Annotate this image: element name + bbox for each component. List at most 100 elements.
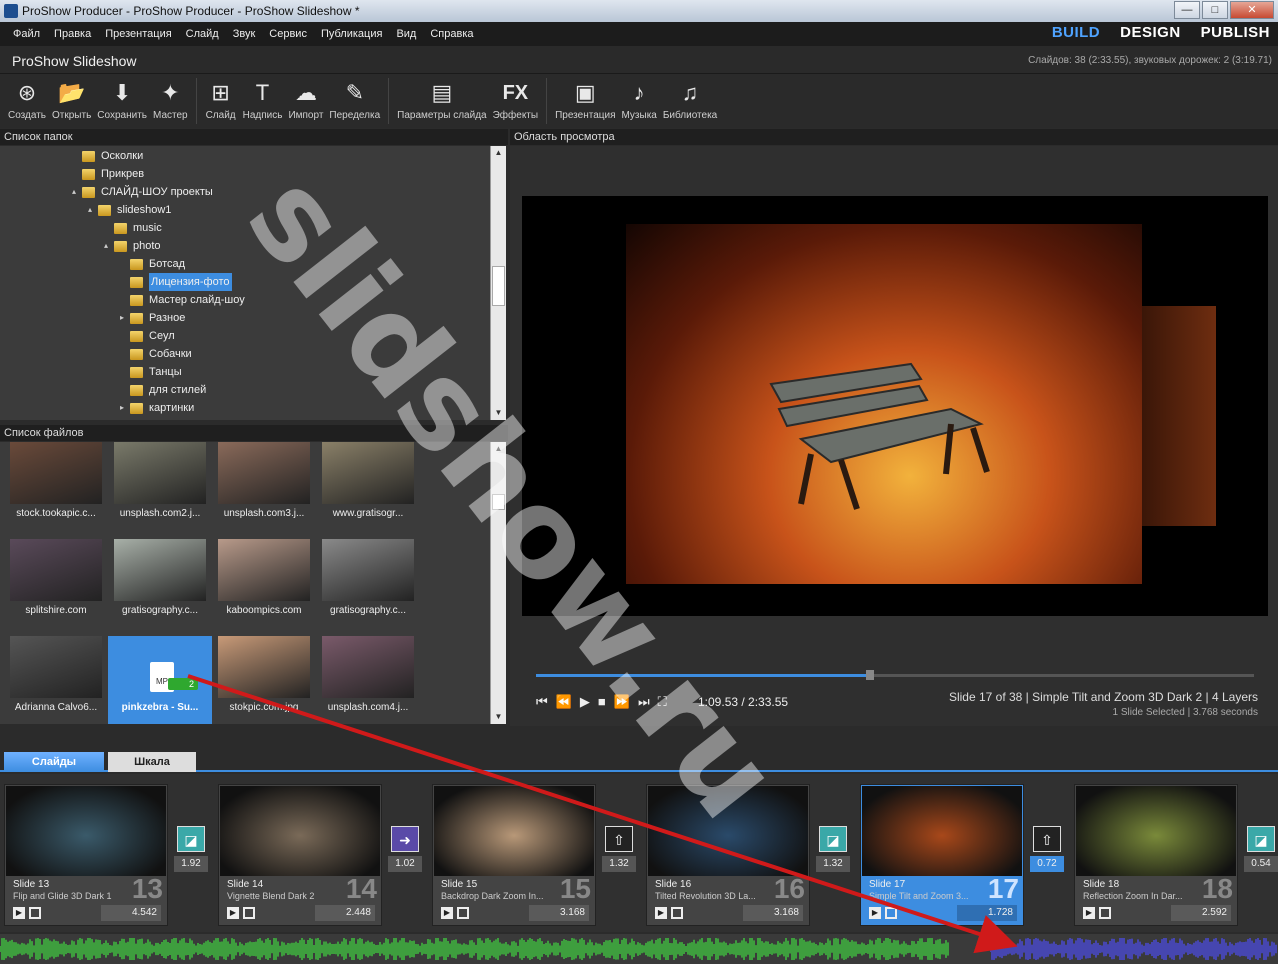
layers-icon[interactable] <box>457 907 469 919</box>
transition-icon[interactable]: ➜ <box>391 826 419 852</box>
menu-item[interactable]: Сервис <box>269 28 307 40</box>
audio-track[interactable] <box>0 934 1278 964</box>
fast-forward-icon[interactable]: ⏩ <box>614 694 630 710</box>
file-thumbnail[interactable]: www.gratisogr... <box>316 442 420 538</box>
folder-item[interactable]: ▴ photo <box>104 237 161 255</box>
transition-icon[interactable]: ⇧ <box>1033 826 1061 852</box>
expand-arrow-icon[interactable]: ▴ <box>88 201 98 219</box>
slide-duration[interactable]: 1.728 <box>957 905 1017 921</box>
file-thumbnail[interactable]: kaboompics.com <box>212 539 316 635</box>
scroll-thumb[interactable] <box>492 266 505 306</box>
file-thumbnail[interactable]: splitshire.com <box>4 539 108 635</box>
menu-item[interactable]: Вид <box>396 28 416 40</box>
toolbar-button[interactable]: ▤ Параметры слайда <box>397 74 486 121</box>
file-thumbnail[interactable]: gratisography.c... <box>316 539 420 635</box>
transition-icon[interactable]: ◪ <box>1247 826 1275 852</box>
slide-card[interactable]: Slide 17 Simple Tilt and Zoom 3... 17 ▶ 1.72… <box>860 784 1024 926</box>
play-slide-icon[interactable]: ▶ <box>655 907 667 919</box>
slide-duration[interactable]: 4.542 <box>101 905 161 921</box>
expand-arrow-icon[interactable]: ▴ <box>72 183 82 201</box>
tab-slides[interactable]: Слайды <box>4 752 104 772</box>
toolbar-button[interactable]: ♪ Музыка <box>621 74 656 121</box>
play-slide-icon[interactable]: ▶ <box>1083 907 1095 919</box>
scroll-down-icon[interactable]: ▼ <box>491 710 506 724</box>
folder-item[interactable]: Ботсад <box>120 255 185 273</box>
layers-icon[interactable] <box>243 907 255 919</box>
file-thumbnail[interactable]: stock.tookapic.c... <box>4 442 108 538</box>
scroll-up-icon[interactable]: ▲ <box>491 146 506 160</box>
transition-duration[interactable]: 1.32 <box>816 856 850 872</box>
file-thumbnail[interactable]: gratisography.c... <box>108 539 212 635</box>
transition[interactable]: ◪ 1.92 <box>174 826 208 874</box>
play-slide-icon[interactable]: ▶ <box>13 907 25 919</box>
toolbar-button[interactable]: ⬇ Сохранить <box>97 74 147 121</box>
transition[interactable]: ➜ 1.02 <box>388 826 422 874</box>
skip-start-icon[interactable]: ⏮ <box>536 694 548 710</box>
slide-card[interactable]: Slide 14 Vignette Blend Dark 2 14 ▶ 2.448 <box>218 784 382 926</box>
slide-card[interactable]: Slide 13 Flip and Glide 3D Dark 1 13 ▶ 4.542 <box>4 784 168 926</box>
layers-icon[interactable] <box>29 907 41 919</box>
toolbar-button[interactable]: ✦ Мастер <box>153 74 188 121</box>
menu-item[interactable]: Публикация <box>321 28 382 40</box>
file-thumbnail[interactable]: unsplash.com3.j... <box>212 442 316 538</box>
mode-build[interactable]: BUILD <box>1052 24 1100 41</box>
layers-icon[interactable] <box>671 907 683 919</box>
slide-card[interactable]: Slide 16 Tilted Revolution 3D La... 16 ▶ 3.1… <box>646 784 810 926</box>
rewind-icon[interactable]: ⏪ <box>556 694 572 710</box>
maximize-button[interactable]: □ <box>1202 1 1228 19</box>
file-thumbnail[interactable]: unsplash.com2.j... <box>108 442 212 538</box>
skip-end-icon[interactable]: ⏭ <box>638 694 650 710</box>
transition-icon[interactable]: ◪ <box>819 826 847 852</box>
folder-item[interactable]: ▴ СЛАЙД-ШОУ проекты <box>72 183 213 201</box>
folder-item[interactable]: ▸ Разное <box>120 309 185 327</box>
file-thumbnail[interactable]: unsplash.com4.j... <box>316 636 420 724</box>
play-slide-icon[interactable]: ▶ <box>869 907 881 919</box>
transition[interactable]: ⇧ 1.32 <box>602 826 636 874</box>
transition[interactable]: ◪ 1.32 <box>816 826 850 874</box>
toolbar-button[interactable]: ☁ Импорт <box>288 74 323 121</box>
slide-duration[interactable]: 3.168 <box>743 905 803 921</box>
progress-knob[interactable] <box>866 670 875 680</box>
folder-item[interactable]: Лицензия-фото <box>120 273 232 291</box>
slide-duration[interactable]: 2.448 <box>315 905 375 921</box>
file-thumbnail[interactable]: MP 2 pinkzebra - Su... <box>108 636 212 724</box>
play-slide-icon[interactable]: ▶ <box>227 907 239 919</box>
folder-item[interactable]: Сеул <box>120 327 175 345</box>
slide-card[interactable]: Slide 18 Reflection Zoom In Dar... 18 ▶ 2.59… <box>1074 784 1238 926</box>
close-button[interactable]: ✕ <box>1230 1 1274 19</box>
toolbar-button[interactable]: T Надпись <box>243 74 283 121</box>
folder-item[interactable]: Собачки <box>120 345 192 363</box>
preview-stage[interactable] <box>522 196 1268 616</box>
file-thumbnail[interactable]: Adrianna Calvo6... <box>4 636 108 724</box>
expand-arrow-icon[interactable]: ▸ <box>120 309 130 327</box>
slide-duration[interactable]: 2.592 <box>1171 905 1231 921</box>
menu-item[interactable]: Файл <box>13 28 40 40</box>
slide-duration[interactable]: 3.168 <box>529 905 589 921</box>
transition-duration[interactable]: 1.02 <box>388 856 422 872</box>
mode-design[interactable]: DESIGN <box>1120 24 1181 41</box>
layers-icon[interactable] <box>1099 907 1111 919</box>
expand-arrow-icon[interactable]: ▴ <box>104 237 114 255</box>
file-scrollbar[interactable]: ▲ ▼ <box>490 442 506 724</box>
minimize-button[interactable]: — <box>1174 1 1200 19</box>
folder-scrollbar[interactable]: ▲ ▼ <box>490 146 506 420</box>
toolbar-button[interactable]: ♫ Библиотека <box>663 74 717 121</box>
toolbar-button[interactable]: ⊞ Слайд <box>205 74 237 121</box>
toolbar-button[interactable]: ▣ Презентация <box>555 74 615 121</box>
transition[interactable]: ◪ 0.54 <box>1244 826 1278 874</box>
menu-item[interactable]: Правка <box>54 28 91 40</box>
layers-icon[interactable] <box>885 907 897 919</box>
expand-arrow-icon[interactable]: ▸ <box>120 399 130 417</box>
play-icon[interactable]: ▶ <box>580 694 590 710</box>
play-slide-icon[interactable]: ▶ <box>441 907 453 919</box>
transition-icon[interactable]: ⇧ <box>605 826 633 852</box>
menu-item[interactable]: Слайд <box>186 28 219 40</box>
menu-item[interactable]: Звук <box>233 28 256 40</box>
folder-item[interactable]: Осколки <box>72 147 143 165</box>
slide-card[interactable]: Slide 15 Backdrop Dark Zoom In... 15 ▶ 3.168 <box>432 784 596 926</box>
folder-item[interactable]: ▴ slideshow1 <box>88 201 171 219</box>
file-thumbnail[interactable]: stokpic.com.jpg <box>212 636 316 724</box>
transition-duration[interactable]: 0.54 <box>1244 856 1278 872</box>
scroll-down-icon[interactable]: ▼ <box>491 406 506 420</box>
folder-item[interactable]: для стилей <box>120 381 206 399</box>
